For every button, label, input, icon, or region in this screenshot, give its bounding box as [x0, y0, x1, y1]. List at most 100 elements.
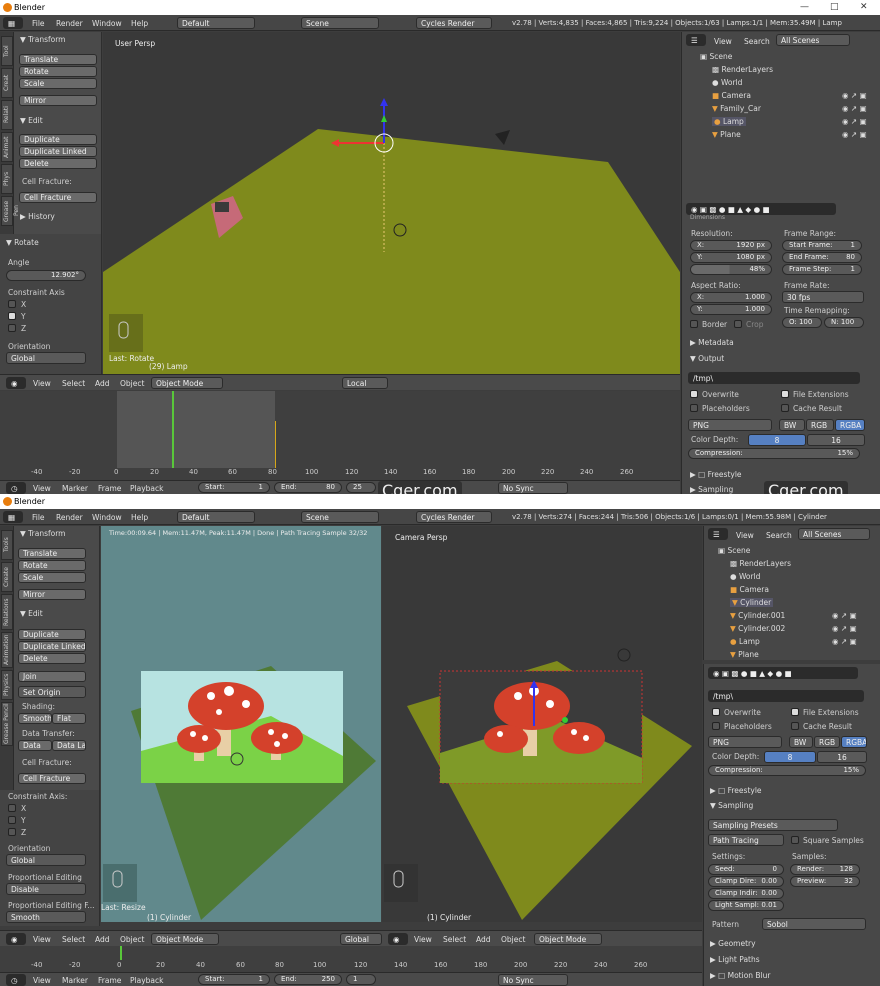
output-panel-header[interactable]: ▼ Output — [690, 354, 724, 363]
visibility-eye-icon[interactable]: ◉ ↗ ▣ — [842, 91, 867, 100]
outliner-item-lamp[interactable]: ● Lamp — [712, 117, 746, 126]
mode-select[interactable]: Object Mode — [151, 377, 223, 389]
angle-field[interactable]: 12.902° — [6, 270, 86, 281]
current-frame-line[interactable] — [120, 946, 122, 960]
sampling-presets-select[interactable]: Sampling Presets — [708, 819, 838, 831]
sync-select[interactable]: No Sync — [498, 974, 568, 986]
visibility-eye-icon[interactable]: ◉ ↗ ▣ — [832, 637, 857, 646]
file-extensions-checkbox[interactable] — [781, 390, 789, 398]
menu-view[interactable]: View — [33, 976, 51, 985]
properties-context-tabs[interactable]: ◉ ▣ ▩ ● ■ ▲ ◆ ● ■ — [708, 667, 858, 679]
cache-result-checkbox[interactable] — [791, 722, 799, 730]
resolution-percent-field[interactable]: 48% — [690, 264, 772, 275]
border-checkbox[interactable] — [690, 320, 698, 328]
compression-field[interactable]: Compression: 15% — [708, 765, 866, 776]
sync-select[interactable]: No Sync — [498, 482, 568, 494]
axis-y-checkbox[interactable] — [8, 312, 16, 320]
editor-type-icon[interactable]: ▦ — [3, 511, 23, 523]
menu-render[interactable]: Render — [56, 19, 83, 28]
start-frame-field[interactable]: Start: 1 — [198, 974, 270, 985]
outliner-item-camera[interactable]: ■ Camera — [712, 91, 751, 100]
menu-view[interactable]: View — [33, 484, 51, 493]
color-rgb-button[interactable]: RGB — [814, 736, 840, 748]
render-engine-select[interactable]: Cycles Render — [416, 17, 492, 29]
seed-field[interactable]: Seed: 0 — [708, 864, 784, 875]
overwrite-checkbox[interactable] — [690, 390, 698, 398]
data-layout-button[interactable]: Data La — [52, 740, 86, 751]
timeline[interactable]: -40 -20 0 20 40 60 80 100 120 140 160 18… — [0, 946, 702, 972]
display-filter-select[interactable]: All Scenes — [776, 34, 850, 46]
editor-type-icon[interactable]: ☰ — [686, 34, 706, 46]
editor-type-icon[interactable]: ◉ — [6, 933, 26, 945]
editor-type-icon[interactable]: ◉ — [388, 933, 408, 945]
camera-icon[interactable] — [495, 130, 510, 145]
end-frame-field[interactable]: End: 250 — [274, 974, 342, 985]
minimize-icon[interactable]: — — [800, 2, 809, 12]
visibility-eye-icon[interactable]: ◉ ↗ ▣ — [832, 611, 857, 620]
tab-tool[interactable]: Tool — [1, 36, 13, 66]
join-button[interactable]: Join — [18, 671, 86, 682]
scene-select[interactable]: Scene — [301, 511, 379, 523]
duplicate-linked-button[interactable]: Duplicate Linked — [19, 146, 97, 157]
end-frame-field[interactable]: End Frame: 80 — [782, 252, 862, 263]
outliner-item-plane[interactable]: ▼ Plane — [730, 650, 759, 659]
menu-frame[interactable]: Frame — [98, 976, 121, 985]
end-frame-field[interactable]: End: 80 — [274, 482, 342, 493]
current-frame-field[interactable]: 25 — [346, 482, 376, 493]
freestyle-panel-header[interactable]: ▶ □ Freestyle — [710, 786, 762, 795]
menu-object[interactable]: Object — [501, 935, 525, 944]
editor-type-icon[interactable]: ☰ — [708, 528, 728, 540]
menu-help[interactable]: Help — [131, 19, 148, 28]
menu-object[interactable]: Object — [120, 935, 144, 944]
duplicate-button[interactable]: Duplicate — [18, 629, 86, 640]
menu-view[interactable]: View — [736, 531, 754, 540]
mirror-button[interactable]: Mirror — [19, 95, 97, 106]
visibility-eye-icon[interactable]: ◉ ↗ ▣ — [842, 130, 867, 139]
tab-animation[interactable]: Animat — [1, 132, 13, 162]
metadata-panel-header[interactable]: ▶ Metadata — [690, 338, 734, 347]
menu-window[interactable]: Window — [92, 513, 122, 522]
depth-8-button[interactable]: 8 — [748, 434, 806, 446]
time-old-field[interactable]: O: 100 — [782, 317, 822, 328]
color-rgb-button[interactable]: RGB — [806, 419, 834, 431]
freestyle-panel-header[interactable]: ▶ □ Freestyle — [690, 470, 742, 479]
color-rgba-button[interactable]: RGBA — [841, 736, 867, 748]
visibility-eye-icon[interactable]: ◉ ↗ ▣ — [842, 117, 867, 126]
delete-button[interactable]: Delete — [18, 653, 86, 664]
frame-rate-select[interactable]: 30 fps — [782, 291, 864, 303]
shade-flat-button[interactable]: Flat — [52, 713, 86, 724]
orientation-select[interactable]: Global — [6, 352, 86, 364]
cell-fracture-button[interactable]: Cell Fracture — [18, 773, 86, 784]
maximize-icon[interactable]: □ — [830, 2, 839, 12]
motion-blur-panel-header[interactable]: ▶ □ Motion Blur — [710, 971, 771, 980]
menu-render[interactable]: Render — [56, 513, 83, 522]
duplicate-button[interactable]: Duplicate — [19, 134, 97, 145]
delete-button[interactable]: Delete — [19, 158, 97, 169]
outliner-item-cylinder[interactable]: ▼ Cylinder — [730, 598, 774, 607]
tab-physics[interactable]: Phys — [1, 164, 13, 194]
aspect-y-field[interactable]: Y: 1.000 — [690, 304, 772, 315]
sampling-method-select[interactable]: Path Tracing — [708, 834, 784, 846]
file-format-select[interactable]: PNG — [688, 419, 772, 431]
pivot-select[interactable]: Local — [342, 377, 388, 389]
editor-type-icon[interactable]: ◷ — [6, 482, 26, 494]
mirror-button[interactable]: Mirror — [18, 589, 86, 600]
tab-create[interactable]: Create — [1, 562, 13, 592]
color-bw-button[interactable]: BW — [779, 419, 805, 431]
resolution-x-field[interactable]: X: 1920 px — [690, 240, 772, 251]
depth-16-button[interactable]: 16 — [817, 751, 867, 763]
axis-x-checkbox[interactable] — [8, 300, 16, 308]
camera-viewport[interactable]: Camera Persp (1) Cylinder — [382, 526, 702, 922]
menu-window[interactable]: Window — [92, 19, 122, 28]
tab-grease-pencil[interactable]: Grease Pencil — [1, 702, 13, 746]
time-new-field[interactable]: N: 100 — [824, 317, 864, 328]
output-path-field[interactable]: /tmp\ — [688, 372, 860, 384]
orientation-select[interactable]: Global — [6, 854, 86, 866]
transform-panel-header[interactable]: ▼ Transform — [20, 529, 65, 538]
overwrite-checkbox[interactable] — [712, 708, 720, 716]
color-bw-button[interactable]: BW — [789, 736, 813, 748]
menu-select[interactable]: Select — [62, 935, 85, 944]
tab-physics[interactable]: Physics — [1, 670, 13, 700]
clamp-indirect-field[interactable]: Clamp Indir: 0.00 — [708, 888, 784, 899]
tab-grease-pencil[interactable]: Grease Pen — [1, 196, 20, 226]
